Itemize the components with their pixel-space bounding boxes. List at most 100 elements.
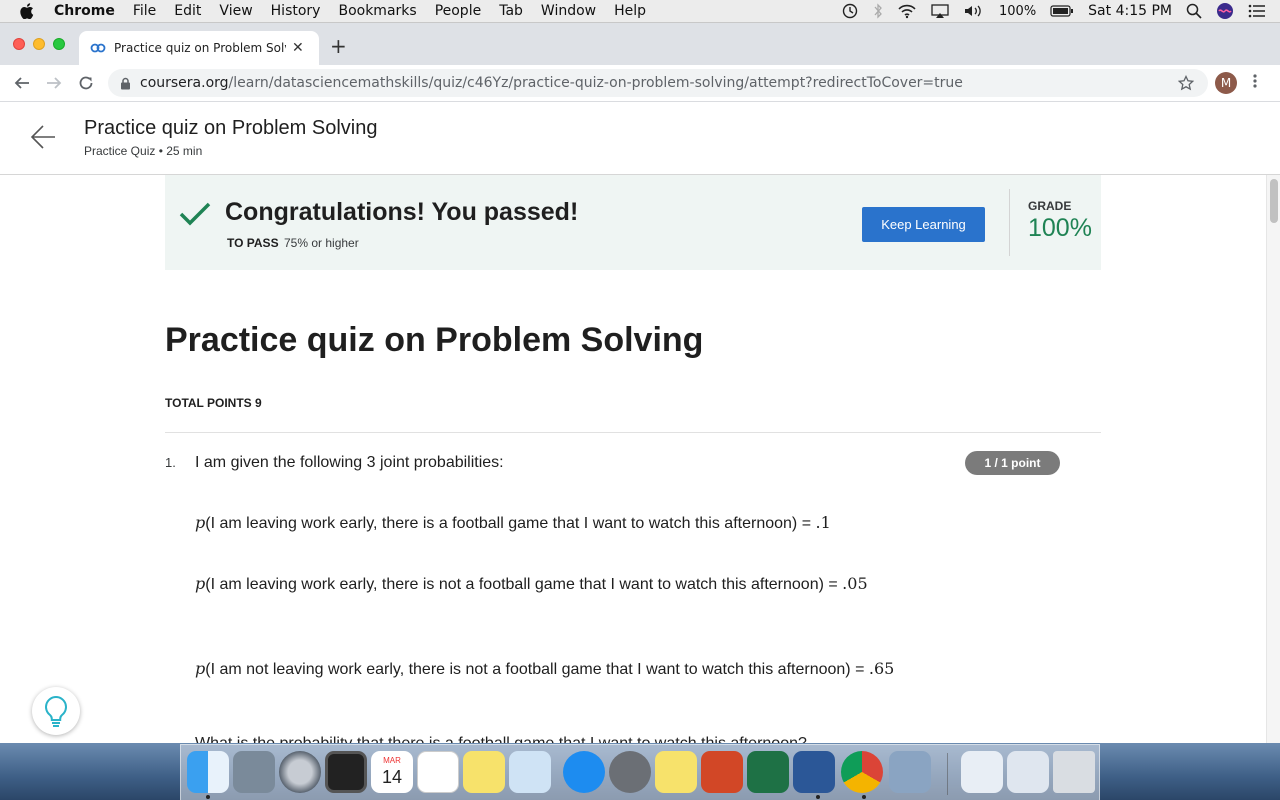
coursera-favicon-icon xyxy=(90,43,106,53)
menubar-clock[interactable]: Sat 4:15 PM xyxy=(1088,3,1172,19)
prob-symbol: p xyxy=(195,574,206,593)
back-button[interactable] xyxy=(12,73,32,93)
checkmark-icon xyxy=(179,201,211,232)
time-machine-icon[interactable] xyxy=(841,3,859,19)
question-number: 1. xyxy=(165,455,176,470)
launchpad-icon[interactable] xyxy=(279,751,321,793)
grade-label: GRADE xyxy=(1028,199,1072,213)
finder-icon[interactable] xyxy=(187,751,229,793)
window-maximize-button[interactable] xyxy=(53,38,65,50)
calendar-icon[interactable]: MAR 14 xyxy=(371,751,413,793)
prob-value: .1 xyxy=(815,513,831,532)
siri-icon[interactable] xyxy=(1216,2,1234,20)
menu-app-name[interactable]: Chrome xyxy=(54,3,115,19)
svg-text:14: 14 xyxy=(382,767,402,787)
to-pass-value: 75% or higher xyxy=(284,236,359,250)
running-indicator xyxy=(206,795,210,799)
dock-separator xyxy=(947,753,948,795)
probability-statement-2: p(I am leaving work early, there is not … xyxy=(195,571,895,597)
browser-window: Practice quiz on Problem Solvi ✕ + cours… xyxy=(0,23,1280,743)
grade-value: 100% xyxy=(1028,214,1092,242)
question-text: I am given the following 3 joint probabi… xyxy=(195,454,504,471)
menu-view[interactable]: View xyxy=(219,3,252,19)
remote-desktop-icon[interactable] xyxy=(233,751,275,793)
macos-dock: MAR 14 xyxy=(180,744,1100,800)
bookmark-star-icon[interactable] xyxy=(1177,74,1195,95)
reminders-icon[interactable] xyxy=(417,751,459,793)
scrollbar-thumb[interactable] xyxy=(1270,179,1278,223)
quiz-page-header: Practice quiz on Problem Solving Practic… xyxy=(0,102,1280,175)
tab-close-icon[interactable]: ✕ xyxy=(292,40,304,56)
notes-icon[interactable] xyxy=(463,751,505,793)
running-indicator xyxy=(862,795,866,799)
lock-icon[interactable] xyxy=(120,77,131,90)
menu-file[interactable]: File xyxy=(133,3,156,19)
spotlight-search-icon[interactable] xyxy=(1186,3,1202,19)
downloads-stack-icon[interactable] xyxy=(1007,751,1049,793)
quiz-title: Practice quiz on Problem Solving xyxy=(165,321,704,359)
menu-people[interactable]: People xyxy=(435,3,482,19)
new-tab-button[interactable]: + xyxy=(330,34,347,58)
menu-tab[interactable]: Tab xyxy=(499,3,523,19)
probability-statement-3: p(I am not leaving work early, there is … xyxy=(195,656,895,682)
word-icon[interactable] xyxy=(793,751,835,793)
menu-bookmarks[interactable]: Bookmarks xyxy=(338,3,416,19)
menu-edit[interactable]: Edit xyxy=(174,3,201,19)
pass-banner: Congratulations! You passed! TO PASS 75%… xyxy=(165,175,1101,270)
prob-text: (I am leaving work early, there is not a… xyxy=(205,576,843,593)
macos-menu-bar: Chrome File Edit View History Bookmarks … xyxy=(0,0,1280,23)
lightbulb-icon[interactable] xyxy=(32,687,80,735)
arrow-left-icon[interactable] xyxy=(30,124,56,154)
battery-icon[interactable] xyxy=(1050,4,1074,18)
app-store-icon[interactable] xyxy=(563,751,605,793)
trash-icon[interactable] xyxy=(1053,751,1095,793)
profile-avatar[interactable]: M xyxy=(1215,72,1237,94)
prob-value: .05 xyxy=(842,574,868,593)
battery-percent: 100% xyxy=(999,3,1037,19)
prob-value: .65 xyxy=(868,659,895,678)
probability-statement-1: p(I am leaving work early, there is a fo… xyxy=(195,510,895,536)
window-minimize-button[interactable] xyxy=(33,38,45,50)
browser-tab-active[interactable]: Practice quiz on Problem Solvi ✕ xyxy=(79,31,319,65)
quiz-content: Congratulations! You passed! TO PASS 75%… xyxy=(0,175,1266,743)
page-scrollbar[interactable] xyxy=(1266,175,1280,743)
question-prompt: What is the probability that there is a … xyxy=(195,735,807,743)
page-title: Practice quiz on Problem Solving xyxy=(84,117,378,139)
menu-help[interactable]: Help xyxy=(614,3,646,19)
forward-button[interactable] xyxy=(44,73,64,93)
prob-symbol: p xyxy=(195,513,206,532)
photo-booth-icon[interactable] xyxy=(325,751,367,793)
page-subtitle: Practice Quiz • 25 min xyxy=(84,144,203,158)
menu-history[interactable]: History xyxy=(271,3,321,19)
airplay-icon[interactable] xyxy=(931,3,949,19)
window-close-button[interactable] xyxy=(13,38,25,50)
tab-strip: Practice quiz on Problem Solvi ✕ + xyxy=(0,23,1280,65)
url-path: /learn/datasciencemathskills/quiz/c46Yz/… xyxy=(228,75,963,91)
documents-folder-icon[interactable] xyxy=(961,751,1003,793)
wifi-icon[interactable] xyxy=(897,3,917,19)
section-divider xyxy=(165,432,1101,433)
preview-icon[interactable] xyxy=(509,751,551,793)
address-bar[interactable]: coursera.org/learn/datasciencemathskills… xyxy=(108,69,1208,97)
chrome-icon[interactable] xyxy=(841,751,883,793)
running-indicator xyxy=(816,795,820,799)
apple-icon[interactable] xyxy=(20,3,36,19)
image-capture-icon[interactable] xyxy=(889,751,931,793)
pass-message: Congratulations! You passed! xyxy=(225,198,579,226)
powerpoint-icon[interactable] xyxy=(701,751,743,793)
url-host: coursera.org xyxy=(140,75,229,91)
keep-learning-button[interactable]: Keep Learning xyxy=(862,207,985,242)
notification-center-icon[interactable] xyxy=(1248,4,1266,18)
stickies-icon[interactable] xyxy=(655,751,697,793)
total-points: TOTAL POINTS 9 xyxy=(165,396,262,410)
reload-button[interactable] xyxy=(76,73,96,93)
excel-icon[interactable] xyxy=(747,751,789,793)
volume-icon[interactable] xyxy=(963,3,985,19)
bluetooth-icon[interactable] xyxy=(873,3,883,19)
chrome-menu-icon[interactable] xyxy=(1253,73,1257,93)
menu-window[interactable]: Window xyxy=(541,3,596,19)
prob-text: (I am not leaving work early, there is n… xyxy=(205,661,869,678)
system-preferences-icon[interactable] xyxy=(609,751,651,793)
svg-text:MAR: MAR xyxy=(383,756,401,765)
browser-toolbar: coursera.org/learn/datasciencemathskills… xyxy=(0,65,1280,102)
